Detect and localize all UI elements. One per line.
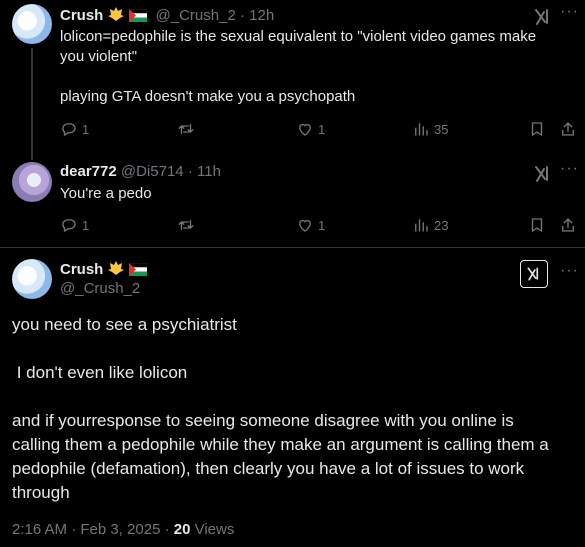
tweet-text-line: playing GTA doesn't make you a psychopat… — [60, 88, 356, 105]
retweet-icon — [178, 219, 194, 231]
meta-separator: · — [239, 7, 245, 24]
main-tweet-body: you need to see a psychiatrist I don't e… — [12, 313, 572, 505]
reply-icon — [62, 219, 76, 233]
views-button[interactable]: 23 — [412, 216, 448, 234]
tweet-body: lolicon=pedophile is the sexual equivale… — [60, 27, 565, 107]
share-icon — [562, 122, 574, 136]
like-count: 1 — [318, 121, 326, 137]
views-count: 20 — [173, 521, 191, 538]
like-button[interactable]: 1 — [296, 120, 325, 138]
thread-line — [31, 48, 33, 160]
tweet-text-line — [60, 67, 565, 87]
tweet-body: You're a pedo — [60, 184, 565, 204]
tweet-text-line: lolicon=pedophile is the sexual equivale… — [60, 28, 537, 45]
avatar[interactable] — [12, 4, 52, 44]
meta-separator: · — [187, 163, 193, 180]
retweet-icon — [178, 123, 194, 135]
more-icon[interactable]: ··· — [560, 160, 579, 178]
flag-icon — [129, 8, 148, 26]
bookmark-icon — [531, 122, 543, 137]
tweet-text-line: You're a pedo — [60, 185, 152, 202]
bookmark-button[interactable] — [528, 120, 546, 138]
reply-button[interactable]: 1 — [60, 216, 89, 234]
tweet-text-line: through — [12, 483, 70, 502]
grok-button[interactable] — [520, 260, 548, 288]
share-button[interactable] — [559, 120, 577, 138]
share-icon — [562, 218, 574, 232]
views-chart-icon — [415, 219, 428, 232]
tweet-time[interactable]: 12h — [249, 7, 274, 24]
author-name[interactable]: Crush — [60, 261, 103, 278]
like-count: 1 — [318, 217, 326, 233]
tweet-text-line: calling them a pedophile while they make… — [12, 435, 549, 454]
heart-icon — [299, 123, 311, 136]
tweet-header: dear772 @Di5714 · 11h — [60, 163, 221, 180]
avatar[interactable] — [12, 259, 52, 299]
views-label: Views — [190, 521, 235, 538]
like-button[interactable]: 1 — [296, 216, 325, 234]
grok-icon — [527, 267, 539, 281]
retweet-button[interactable] — [177, 120, 195, 138]
bookmark-button[interactable] — [528, 216, 546, 234]
views-count: 35 — [434, 121, 449, 137]
tweet-text-line: and if yourresponse to seeing someone di… — [12, 411, 514, 430]
tweet-text-line: I don't even like lolicon — [12, 363, 188, 382]
tweet-text-line: you violent" — [60, 48, 138, 65]
tweet-footer: 2:16 AM · Feb 3, 2025 · 20 Views — [12, 521, 234, 538]
reply-icon — [62, 123, 76, 137]
author-handle[interactable]: @_Crush_2 — [156, 7, 236, 24]
avatar[interactable] — [12, 162, 52, 202]
grok-icon[interactable] — [532, 163, 554, 185]
main-header: Crush — [60, 260, 148, 280]
tweet-text-line — [12, 337, 572, 361]
reply-count: 1 — [82, 217, 90, 233]
tweet-time[interactable]: 11h — [197, 163, 221, 180]
views-chart-icon — [415, 123, 428, 136]
tweet-text-line: pedophile (defamation), then clearly you… — [12, 459, 525, 478]
share-button[interactable] — [559, 216, 577, 234]
tweet-text-line — [12, 385, 572, 409]
heart-icon — [299, 219, 311, 232]
tweet-text-line: you need to see a psychiatrist — [12, 315, 237, 334]
tweet-actions: 1 1 35 — [60, 120, 578, 140]
author-handle[interactable]: @_Crush_2 — [60, 280, 140, 297]
more-icon[interactable]: ··· — [560, 3, 579, 21]
tweet-1[interactable]: Crush @_Crush_2 · 12h ··· lolicon=pedoph… — [0, 0, 585, 160]
reply-count: 1 — [82, 121, 90, 137]
crown-badge-icon — [107, 6, 125, 26]
timestamp[interactable]: 2:16 AM · Feb 3, 2025 · — [12, 521, 174, 538]
bookmark-icon — [531, 218, 543, 233]
retweet-button[interactable] — [177, 216, 195, 234]
author-handle[interactable]: @Di5714 — [121, 163, 184, 180]
tweet-actions: 1 1 23 — [60, 216, 578, 236]
author-name[interactable]: Crush — [60, 7, 103, 24]
more-icon[interactable]: ··· — [560, 262, 579, 280]
flag-icon — [129, 262, 148, 280]
grok-icon[interactable] — [532, 6, 554, 28]
views-button[interactable]: 35 — [412, 120, 448, 138]
author-name[interactable]: dear772 — [60, 163, 117, 180]
tweet-2[interactable]: dear772 @Di5714 · 11h ··· You're a pedo … — [0, 160, 585, 250]
crown-badge-icon — [107, 260, 125, 280]
reply-button[interactable]: 1 — [60, 120, 89, 138]
views-count: 23 — [434, 217, 449, 233]
main-tweet: Crush @_Crush_2 ··· you need to see a ps… — [0, 248, 585, 547]
tweet-header: Crush @_Crush_2 · 12h — [60, 6, 274, 26]
